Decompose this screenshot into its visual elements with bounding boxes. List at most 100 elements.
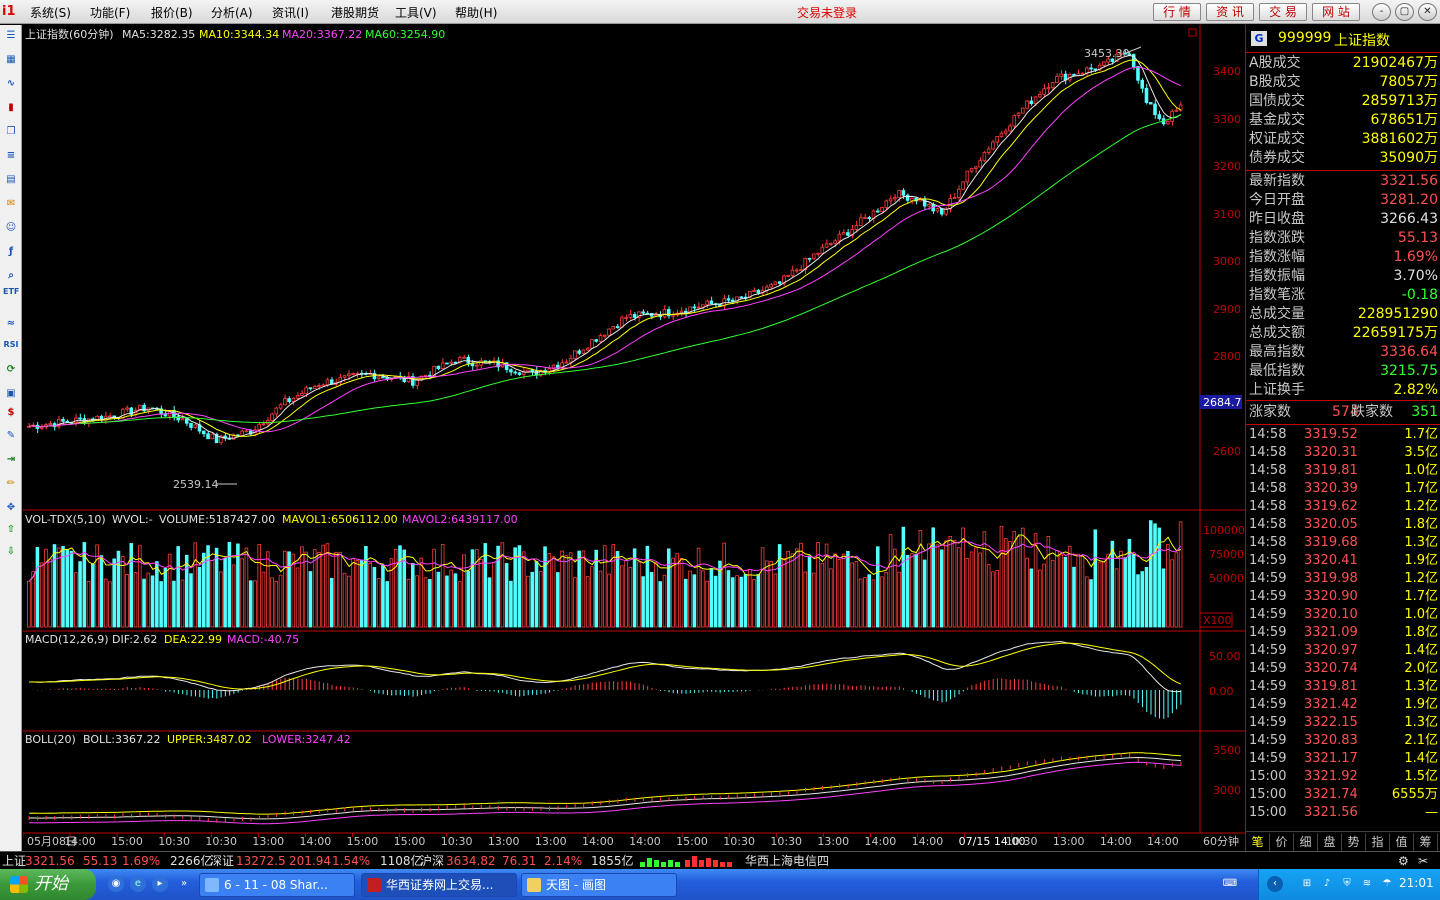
candle-body xyxy=(837,233,842,242)
quote-list-icon[interactable]: ☰ xyxy=(3,28,19,44)
index-row-label: 昨日收盘 xyxy=(1249,211,1305,227)
quicklaunch-more-icon[interactable]: » xyxy=(176,876,192,892)
login-status[interactable]: 交易未登录 xyxy=(797,4,857,21)
tray-arrow-icon[interactable]: ‹ xyxy=(1267,876,1283,892)
tick-price: 3320.39 xyxy=(1304,481,1358,496)
tab-chips[interactable]: 筹 xyxy=(1414,833,1438,851)
menu-news[interactable]: 资讯(I) xyxy=(272,4,309,21)
volume-bar xyxy=(432,548,436,628)
tick-row: 14:59 3320.83 2.1亿 xyxy=(1246,732,1440,750)
tab-orderbook[interactable]: 盘 xyxy=(1318,833,1342,851)
candle-body xyxy=(846,232,850,236)
down-count: 351 xyxy=(1411,404,1438,420)
line-chart-icon[interactable]: ∿ xyxy=(3,76,19,92)
move-icon[interactable]: ✥ xyxy=(3,500,19,516)
volume-bar xyxy=(1038,569,1042,628)
tab-value[interactable]: 值 xyxy=(1390,833,1414,851)
etf-icon[interactable]: ETF xyxy=(3,284,19,300)
tab-index[interactable]: 指 xyxy=(1366,833,1390,851)
volume-bar xyxy=(479,559,483,628)
ie-icon[interactable]: e xyxy=(130,876,146,892)
volume-bar xyxy=(223,557,227,628)
volume-bar xyxy=(568,552,573,628)
menu-quote[interactable]: 报价(B) xyxy=(151,4,193,21)
index-row-value: -0.18 xyxy=(1401,287,1438,303)
money-icon[interactable]: $ xyxy=(3,405,19,421)
x-tick-label: 14:00 xyxy=(1100,835,1132,848)
security-icon[interactable]: ⛨ xyxy=(1339,876,1355,892)
keyboard-icon[interactable]: ⌨ xyxy=(1222,876,1238,892)
app-logo-icon: i1 xyxy=(2,4,16,19)
tab-detail[interactable]: 细 xyxy=(1294,833,1318,851)
website-button[interactable]: 网 站 xyxy=(1312,3,1360,21)
ma10-value: MA10:3344.34 xyxy=(199,28,279,41)
tool-icon[interactable]: ✎ xyxy=(3,428,19,444)
rsi-icon[interactable]: RSI xyxy=(3,337,19,353)
candle-body xyxy=(440,362,445,370)
volume-icon[interactable]: ♪ xyxy=(1319,876,1335,892)
volume-bar xyxy=(423,577,428,628)
index-row-value: 1.69% xyxy=(1393,249,1438,265)
tick-time: 14:59 xyxy=(1249,553,1287,568)
kline-icon[interactable]: ▮ xyxy=(3,100,19,116)
settings-icon[interactable]: ⚙ xyxy=(1398,852,1409,870)
close-button[interactable]: ✕ xyxy=(1418,3,1437,21)
f10-icon[interactable]: ▤ xyxy=(3,172,19,188)
tab-tick[interactable]: 笔 xyxy=(1246,833,1270,851)
task-paint-window[interactable]: 天图 - 画图 xyxy=(521,873,677,897)
start-button[interactable]: 开始 xyxy=(0,869,96,900)
quote-button[interactable]: 行 情 xyxy=(1153,3,1201,21)
pencil-icon[interactable]: ✏ xyxy=(3,476,19,492)
multi-window-icon[interactable]: ❐ xyxy=(3,124,19,140)
refresh-icon[interactable]: ⟳ xyxy=(3,362,19,378)
down-arrow-icon[interactable]: ⇩ xyxy=(3,544,19,560)
task-ie-window[interactable]: 6 - 11 - 08 Shar... xyxy=(199,873,355,897)
candle-body xyxy=(453,361,458,364)
wifi-icon[interactable]: ≋ xyxy=(1359,876,1375,892)
server-name[interactable]: 华西上海电信四 xyxy=(745,852,829,870)
g-badge-icon[interactable]: G xyxy=(1251,31,1267,46)
task-trading-window[interactable]: 华西证券网上交易... xyxy=(361,873,517,897)
menu-analysis[interactable]: 分析(A) xyxy=(211,4,253,21)
indicator-icon[interactable]: ≈ xyxy=(3,316,19,332)
kline-chart-area[interactable]: 上证指数(60分钟) MA5:3282.35 MA10:3344.34 MA20… xyxy=(23,25,1245,851)
network-icon[interactable]: ⊞ xyxy=(1299,876,1315,892)
clock[interactable]: 21:01 xyxy=(1399,876,1434,890)
tick-volume: 1.7亿 xyxy=(1404,427,1438,442)
tray-app-icon[interactable]: ☂ xyxy=(1379,876,1395,892)
volume-bar xyxy=(31,571,35,628)
volume-bar xyxy=(78,561,82,628)
formula-icon[interactable]: ƒ xyxy=(3,244,19,260)
restore-button[interactable]: ▢ xyxy=(1395,3,1414,21)
menu-help[interactable]: 帮助(H) xyxy=(455,4,497,21)
menu-function[interactable]: 功能(F) xyxy=(90,4,130,21)
media-player-icon[interactable]: ▸ xyxy=(152,876,168,892)
calc-icon[interactable]: ▣ xyxy=(3,386,19,402)
desktop-icon[interactable]: ◉ xyxy=(108,876,124,892)
grid-icon[interactable]: ▦ xyxy=(3,52,19,68)
candle-body xyxy=(786,275,790,277)
mail-icon[interactable]: ✉ xyxy=(3,196,19,212)
list-icon[interactable]: ≡ xyxy=(3,148,19,164)
windows-logo-icon xyxy=(10,876,28,893)
menu-system[interactable]: 系统(S) xyxy=(30,4,71,21)
news-button[interactable]: 资 讯 xyxy=(1206,3,1254,21)
period-label[interactable]: 60分钟 xyxy=(1203,834,1239,848)
x-tick-label: 14:00 xyxy=(1147,835,1179,848)
menu-hk-futures[interactable]: 港股期货 xyxy=(331,4,379,21)
menu-tools[interactable]: 工具(V) xyxy=(395,4,437,21)
trade-button[interactable]: 交 易 xyxy=(1259,3,1307,21)
search-icon[interactable]: ⌕ xyxy=(3,268,19,284)
tab-price[interactable]: 价 xyxy=(1270,833,1294,851)
people-icon[interactable]: ☺ xyxy=(3,220,19,236)
volume-bar xyxy=(782,558,786,628)
scissors-icon[interactable]: ✂ xyxy=(1418,852,1428,870)
minimize-button[interactable]: - xyxy=(1372,3,1391,21)
tab-trend[interactable]: 势 xyxy=(1342,833,1366,851)
candle-body xyxy=(590,339,594,349)
volume-bar xyxy=(342,572,347,628)
x-tick-label: 10:30 xyxy=(158,835,190,848)
index-row-label: 总成交额 xyxy=(1249,325,1305,341)
up-arrow-icon[interactable]: ⇧ xyxy=(3,522,19,538)
export-icon[interactable]: ⇥ xyxy=(3,452,19,468)
